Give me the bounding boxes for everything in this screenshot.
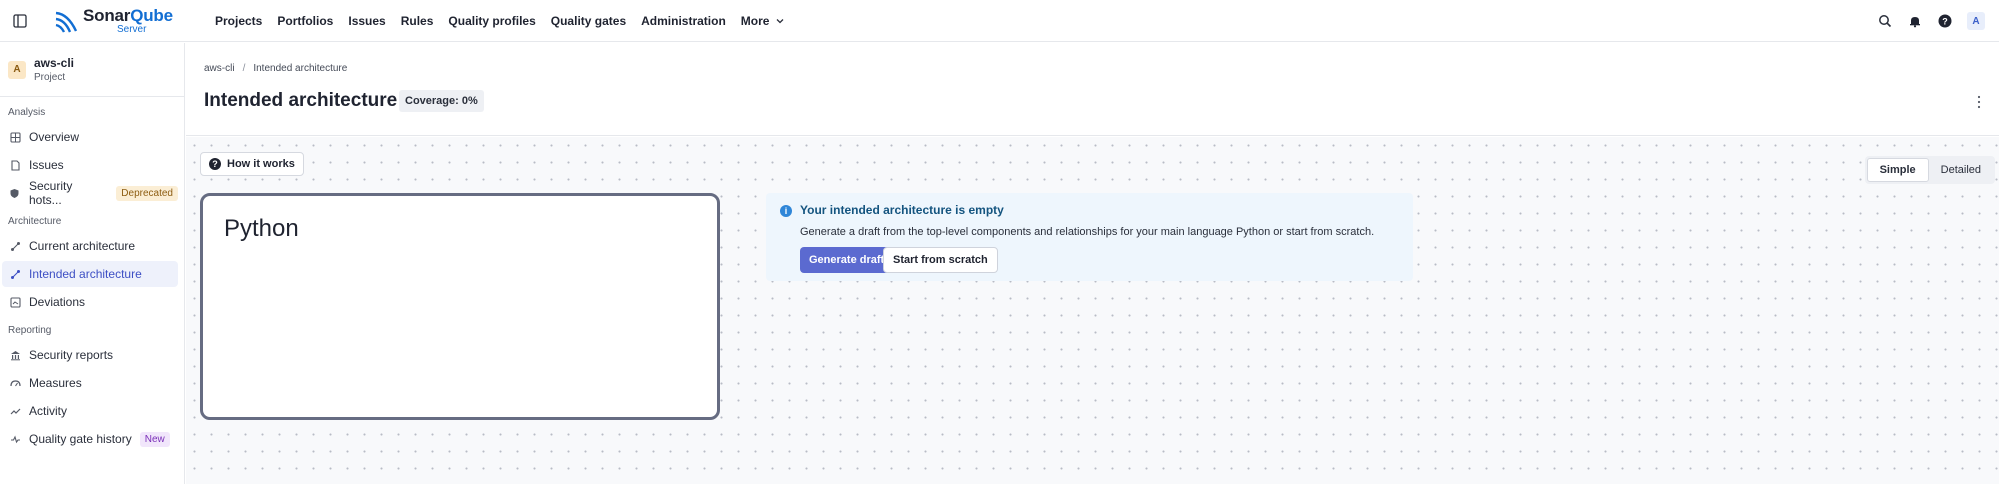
coverage-badge: Coverage: 0% xyxy=(399,90,484,112)
sidebar-item-intended-architecture[interactable]: Intended architecture xyxy=(2,261,178,287)
info-icon: i xyxy=(780,205,792,217)
component-label: Python xyxy=(224,215,299,242)
sidebar-item-current-architecture[interactable]: Current architecture xyxy=(2,233,178,259)
project-name: aws-cli xyxy=(34,56,75,70)
breadcrumb-page: Intended architecture xyxy=(253,63,348,74)
user-avatar[interactable]: A xyxy=(1967,12,1985,30)
trend-icon xyxy=(9,405,21,417)
shield-icon xyxy=(9,187,21,199)
nav-quality-gates[interactable]: Quality gates xyxy=(551,14,626,28)
empty-state-description: Generate a draft from the top-level comp… xyxy=(800,226,1375,238)
chevron-down-icon xyxy=(777,19,784,24)
architecture-canvas[interactable]: ? How it works Python i Your intended ar… xyxy=(186,137,1999,484)
brand-name-a: Sonar xyxy=(83,6,131,25)
sidebar-item-activity[interactable]: Activity xyxy=(2,398,178,424)
sonarqube-logo[interactable]: SonarQube Server xyxy=(54,5,173,37)
breadcrumb-project[interactable]: aws-cli xyxy=(204,63,235,74)
brand-name-b: Qube xyxy=(130,6,173,25)
sidebar-item-security-reports[interactable]: Security reports xyxy=(2,342,178,368)
overview-icon xyxy=(9,131,21,143)
architecture-icon xyxy=(9,240,21,252)
sidebar-item-label: Issues xyxy=(29,158,64,172)
nav-more-label: More xyxy=(740,14,770,28)
nav-issues[interactable]: Issues xyxy=(348,14,385,28)
sidebar-toggle-icon[interactable] xyxy=(12,13,28,29)
search-icon[interactable] xyxy=(1877,13,1893,29)
sidebar-item-label: Intended architecture xyxy=(29,267,142,281)
how-it-works-label: How it works xyxy=(227,158,295,170)
project-sidebar: A aws-cli Project Analysis Overview Issu… xyxy=(0,43,185,484)
top-bar: SonarQube Server Projects Portfolios Iss… xyxy=(0,0,1999,42)
sidebar-item-deviations[interactable]: Deviations xyxy=(2,289,178,315)
sidebar-item-security-hotspots[interactable]: Security hots... Deprecated xyxy=(2,179,178,207)
start-from-scratch-button[interactable]: Start from scratch xyxy=(883,247,998,273)
component-box-python[interactable]: Python xyxy=(200,193,720,420)
document-icon xyxy=(9,159,21,171)
sidebar-item-quality-gate-history[interactable]: Quality gate history New xyxy=(2,426,178,452)
view-simple-button[interactable]: Simple xyxy=(1866,158,1929,182)
bank-icon xyxy=(9,349,21,361)
sidebar-item-overview[interactable]: Overview xyxy=(2,124,178,150)
nav-projects[interactable]: Projects xyxy=(215,14,262,28)
page-header: aws-cli / Intended architecture Intended… xyxy=(186,43,1999,136)
view-detailed-button[interactable]: Detailed xyxy=(1929,158,1993,182)
section-architecture: Architecture xyxy=(8,215,62,227)
how-it-works-button[interactable]: ? How it works xyxy=(200,152,304,176)
nav-rules[interactable]: Rules xyxy=(401,14,434,28)
deviations-icon xyxy=(9,296,21,308)
svg-text:?: ? xyxy=(1942,17,1948,27)
sidebar-item-label: Activity xyxy=(29,404,68,418)
pulse-icon xyxy=(9,433,21,445)
main-nav: Projects Portfolios Issues Rules Quality… xyxy=(215,0,800,42)
nav-administration[interactable]: Administration xyxy=(641,14,726,28)
help-icon[interactable]: ? xyxy=(1937,13,1953,29)
empty-state-title: Your intended architecture is empty xyxy=(800,203,1004,217)
breadcrumb: aws-cli / Intended architecture xyxy=(204,63,347,74)
project-header[interactable]: A aws-cli Project xyxy=(0,43,184,97)
nav-quality-profiles[interactable]: Quality profiles xyxy=(448,14,535,28)
bell-icon[interactable] xyxy=(1907,13,1923,29)
top-right-actions: ? A xyxy=(1877,0,1985,42)
sidebar-item-label: Quality gate history xyxy=(29,432,132,446)
new-badge: New xyxy=(139,431,170,447)
sidebar-item-label: Current architecture xyxy=(29,239,136,253)
page-title: Intended architecture xyxy=(204,90,398,111)
project-avatar: A xyxy=(8,60,26,79)
sidebar-item-measures[interactable]: Measures xyxy=(2,370,178,396)
sidebar-item-label: Security hots... xyxy=(28,179,73,207)
architecture-icon xyxy=(9,268,21,280)
sonar-waves-icon xyxy=(55,11,78,33)
project-type: Project xyxy=(34,72,66,83)
generate-draft-button[interactable]: Generate draft xyxy=(800,247,894,273)
view-mode-toggle: Simple Detailed xyxy=(1864,156,1995,184)
section-analysis: Analysis xyxy=(8,106,46,118)
help-icon: ? xyxy=(209,158,221,170)
section-reporting: Reporting xyxy=(8,324,52,336)
sidebar-item-label: Security reports xyxy=(29,348,114,362)
nav-portfolios[interactable]: Portfolios xyxy=(277,14,333,28)
sidebar-item-label: Measures xyxy=(29,376,82,390)
empty-state-card: i Your intended architecture is empty Ge… xyxy=(766,193,1413,281)
sidebar-item-label: Deviations xyxy=(29,295,86,309)
breadcrumb-separator: / xyxy=(242,63,246,74)
nav-more[interactable]: More xyxy=(741,14,786,28)
sidebar-item-label: Overview xyxy=(29,130,80,144)
brand-subtitle: Server xyxy=(117,24,147,35)
deprecated-badge: Deprecated xyxy=(116,185,178,201)
sidebar-item-issues[interactable]: Issues xyxy=(2,152,178,178)
more-options-icon[interactable] xyxy=(1975,95,1983,109)
gauge-icon xyxy=(9,377,21,389)
